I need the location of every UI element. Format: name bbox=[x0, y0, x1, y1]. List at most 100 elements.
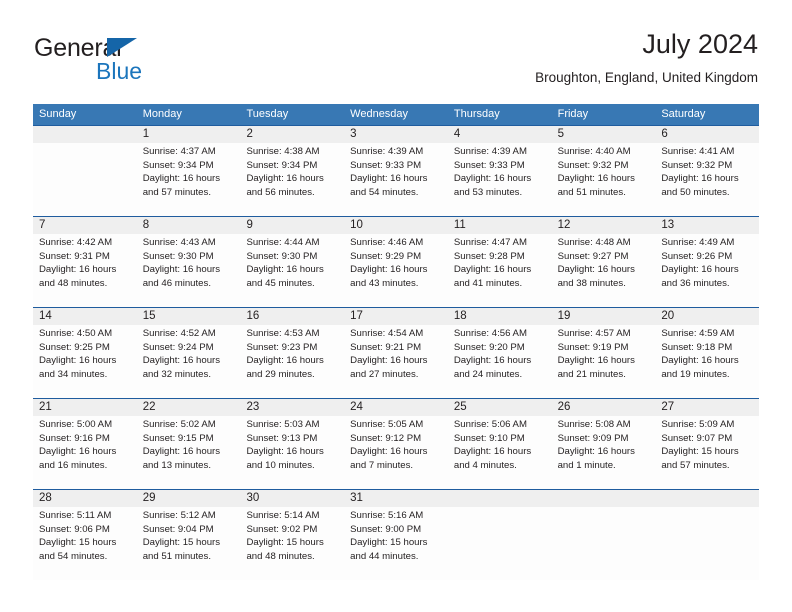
day-cell[interactable]: Sunrise: 4:49 AM Sunset: 9:26 PM Dayligh… bbox=[655, 234, 759, 307]
day-cell[interactable]: Sunrise: 4:46 AM Sunset: 9:29 PM Dayligh… bbox=[344, 234, 448, 307]
day-number[interactable] bbox=[655, 490, 759, 507]
day-cell[interactable]: Sunrise: 5:00 AM Sunset: 9:16 PM Dayligh… bbox=[33, 416, 137, 489]
day-number[interactable]: 2 bbox=[240, 126, 344, 143]
day-cell[interactable]: Sunrise: 5:05 AM Sunset: 9:12 PM Dayligh… bbox=[344, 416, 448, 489]
daylight-text-cont: and 1 minute. bbox=[557, 459, 616, 471]
day-number[interactable]: 21 bbox=[33, 399, 137, 416]
day-number[interactable]: 10 bbox=[344, 217, 448, 234]
day-number[interactable]: 4 bbox=[448, 126, 552, 143]
day-number[interactable]: 26 bbox=[552, 399, 656, 416]
day-number[interactable]: 7 bbox=[33, 217, 137, 234]
day-number[interactable]: 18 bbox=[448, 308, 552, 325]
day-cell[interactable]: Sunrise: 5:08 AM Sunset: 9:09 PM Dayligh… bbox=[552, 416, 656, 489]
day-cell[interactable]: Sunrise: 4:56 AM Sunset: 9:20 PM Dayligh… bbox=[448, 325, 552, 398]
day-number[interactable]: 8 bbox=[137, 217, 241, 234]
sunset-text: Sunset: 9:32 PM bbox=[661, 159, 733, 171]
day-number[interactable]: 6 bbox=[655, 126, 759, 143]
day-cell[interactable]: Sunrise: 4:39 AM Sunset: 9:33 PM Dayligh… bbox=[448, 143, 552, 216]
daylight-text: Daylight: 16 hours bbox=[453, 355, 532, 367]
day-cell[interactable]: Sunrise: 4:43 AM Sunset: 9:30 PM Dayligh… bbox=[137, 234, 241, 307]
day-of-week-header-row: Sunday Monday Tuesday Wednesday Thursday… bbox=[33, 104, 759, 125]
day-number[interactable]: 25 bbox=[448, 399, 552, 416]
day-cell[interactable]: Sunrise: 4:54 AM Sunset: 9:21 PM Dayligh… bbox=[344, 325, 448, 398]
day-number[interactable]: 11 bbox=[448, 217, 552, 234]
day-cell[interactable]: Sunrise: 4:53 AM Sunset: 9:23 PM Dayligh… bbox=[240, 325, 344, 398]
day-cell[interactable]: Sunrise: 5:11 AM Sunset: 9:06 PM Dayligh… bbox=[33, 507, 137, 580]
day-number[interactable]: 22 bbox=[137, 399, 241, 416]
day-cell[interactable]: Sunrise: 4:37 AM Sunset: 9:34 PM Dayligh… bbox=[137, 143, 241, 216]
day-cell[interactable]: Sunrise: 4:44 AM Sunset: 9:30 PM Dayligh… bbox=[240, 234, 344, 307]
page-title: July 2024 bbox=[642, 29, 758, 59]
day-number[interactable]: 1 bbox=[137, 126, 241, 143]
day-number[interactable]: 17 bbox=[344, 308, 448, 325]
day-cell[interactable]: Sunrise: 5:06 AM Sunset: 9:10 PM Dayligh… bbox=[448, 416, 552, 489]
day-cell[interactable] bbox=[552, 507, 656, 580]
day-number[interactable]: 16 bbox=[240, 308, 344, 325]
day-number[interactable]: 24 bbox=[344, 399, 448, 416]
sunset-text: Sunset: 9:29 PM bbox=[350, 250, 422, 262]
day-cell[interactable]: Sunrise: 4:38 AM Sunset: 9:34 PM Dayligh… bbox=[240, 143, 344, 216]
day-cell[interactable] bbox=[33, 143, 137, 216]
week-detail-band: Sunrise: 4:42 AM Sunset: 9:31 PM Dayligh… bbox=[33, 234, 759, 307]
sunrise-text: Sunrise: 4:46 AM bbox=[350, 237, 424, 248]
day-cell[interactable]: Sunrise: 5:16 AM Sunset: 9:00 PM Dayligh… bbox=[344, 507, 448, 580]
day-cell[interactable]: Sunrise: 4:42 AM Sunset: 9:31 PM Dayligh… bbox=[33, 234, 137, 307]
day-cell[interactable]: Sunrise: 5:14 AM Sunset: 9:02 PM Dayligh… bbox=[240, 507, 344, 580]
day-number[interactable]: 9 bbox=[240, 217, 344, 234]
day-number[interactable] bbox=[448, 490, 552, 507]
sunrise-text: Sunrise: 4:42 AM bbox=[39, 237, 113, 248]
daylight-text: Daylight: 16 hours bbox=[246, 355, 324, 367]
day-number[interactable]: 12 bbox=[552, 217, 656, 234]
day-number[interactable]: 19 bbox=[552, 308, 656, 325]
day-cell[interactable] bbox=[448, 507, 552, 580]
day-cell[interactable]: Sunrise: 4:59 AM Sunset: 9:18 PM Dayligh… bbox=[655, 325, 759, 398]
day-cell[interactable]: Sunrise: 4:50 AM Sunset: 9:25 PM Dayligh… bbox=[33, 325, 137, 398]
day-cell[interactable]: Sunrise: 5:12 AM Sunset: 9:04 PM Dayligh… bbox=[137, 507, 241, 580]
brand-logo[interactable]: General Blue bbox=[34, 34, 244, 86]
day-cell[interactable]: Sunrise: 4:40 AM Sunset: 9:32 PM Dayligh… bbox=[552, 143, 656, 216]
sunset-text: Sunset: 9:21 PM bbox=[350, 341, 422, 353]
day-number[interactable]: 14 bbox=[33, 308, 137, 325]
sunrise-text: Sunrise: 4:38 AM bbox=[246, 146, 320, 157]
day-cell[interactable] bbox=[655, 507, 759, 580]
sunset-text: Sunset: 9:18 PM bbox=[661, 341, 733, 353]
daylight-text: Daylight: 16 hours bbox=[350, 446, 428, 458]
day-number[interactable] bbox=[552, 490, 656, 507]
day-number[interactable]: 3 bbox=[344, 126, 448, 143]
daylight-text-cont: and 10 minutes. bbox=[246, 459, 315, 471]
week-detail-band: Sunrise: 4:50 AM Sunset: 9:25 PM Dayligh… bbox=[33, 325, 759, 398]
day-number[interactable]: 29 bbox=[137, 490, 241, 507]
daylight-text: Daylight: 16 hours bbox=[350, 264, 428, 276]
day-number[interactable]: 27 bbox=[655, 399, 759, 416]
day-number[interactable]: 15 bbox=[137, 308, 241, 325]
day-number[interactable]: 13 bbox=[655, 217, 759, 234]
day-cell[interactable]: Sunrise: 5:02 AM Sunset: 9:15 PM Dayligh… bbox=[137, 416, 241, 489]
day-number[interactable]: 23 bbox=[240, 399, 344, 416]
day-cell[interactable]: Sunrise: 4:52 AM Sunset: 9:24 PM Dayligh… bbox=[137, 325, 241, 398]
day-cell[interactable]: Sunrise: 4:47 AM Sunset: 9:28 PM Dayligh… bbox=[448, 234, 552, 307]
sunset-text: Sunset: 9:27 PM bbox=[557, 250, 629, 262]
day-cell[interactable]: Sunrise: 5:03 AM Sunset: 9:13 PM Dayligh… bbox=[240, 416, 344, 489]
day-cell[interactable]: Sunrise: 4:57 AM Sunset: 9:19 PM Dayligh… bbox=[552, 325, 656, 398]
sunrise-text: Sunrise: 4:37 AM bbox=[142, 146, 216, 157]
day-number[interactable]: 5 bbox=[552, 126, 656, 143]
daylight-text-cont: and 36 minutes. bbox=[661, 277, 730, 289]
day-number[interactable]: 31 bbox=[344, 490, 448, 507]
day-number[interactable]: 28 bbox=[33, 490, 137, 507]
week-detail-band: Sunrise: 5:00 AM Sunset: 9:16 PM Dayligh… bbox=[33, 416, 759, 489]
day-cell[interactable]: Sunrise: 5:09 AM Sunset: 9:07 PM Dayligh… bbox=[655, 416, 759, 489]
sunrise-text: Sunrise: 4:57 AM bbox=[557, 328, 631, 339]
week-row: 1 2 3 4 5 6 Sunrise: 4:37 AM Sunset: 9:3… bbox=[33, 125, 759, 216]
sunset-text: Sunset: 9:09 PM bbox=[557, 432, 629, 444]
day-number[interactable]: 30 bbox=[240, 490, 344, 507]
day-cell[interactable]: Sunrise: 4:39 AM Sunset: 9:33 PM Dayligh… bbox=[344, 143, 448, 216]
sunset-text: Sunset: 9:33 PM bbox=[350, 159, 422, 171]
daylight-text-cont: and 13 minutes. bbox=[142, 459, 211, 471]
day-number[interactable] bbox=[33, 126, 137, 143]
sunrise-text: Sunrise: 5:14 AM bbox=[246, 510, 320, 521]
daylight-text-cont: and 45 minutes. bbox=[246, 277, 315, 289]
day-cell[interactable]: Sunrise: 4:48 AM Sunset: 9:27 PM Dayligh… bbox=[552, 234, 656, 307]
day-number[interactable]: 20 bbox=[655, 308, 759, 325]
day-cell[interactable]: Sunrise: 4:41 AM Sunset: 9:32 PM Dayligh… bbox=[655, 143, 759, 216]
daylight-text-cont: and 57 minutes. bbox=[142, 186, 211, 198]
